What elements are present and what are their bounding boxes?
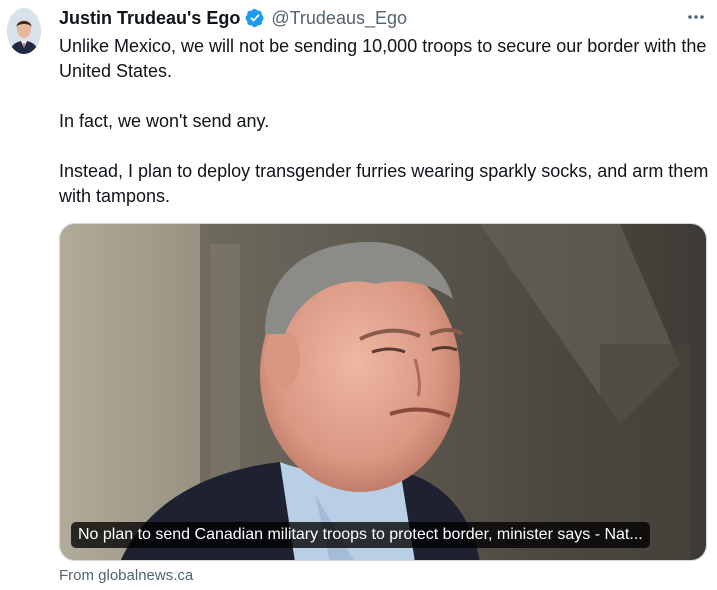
- avatar-image: [7, 8, 41, 54]
- verified-badge-icon: [245, 8, 265, 28]
- tweet-paragraph: In fact, we won't send any.: [59, 111, 270, 131]
- link-preview-image: [60, 224, 706, 560]
- link-headline: No plan to send Canadian military troops…: [71, 522, 650, 548]
- author-handle[interactable]: @Trudeaus_Ego: [271, 8, 407, 29]
- author-name[interactable]: Justin Trudeau's Ego: [59, 8, 240, 29]
- author-avatar[interactable]: [7, 8, 41, 54]
- tweet-paragraph: Unlike Mexico, we will not be sending 10…: [59, 36, 707, 81]
- link-source[interactable]: From globalnews.ca: [59, 567, 193, 584]
- more-options-icon[interactable]: [684, 7, 708, 27]
- tweet-header: Justin Trudeau's Ego @Trudeaus_Ego: [59, 6, 407, 30]
- tweet-paragraph: Instead, I plan to deploy transgender fu…: [59, 161, 709, 206]
- link-preview-card[interactable]: No plan to send Canadian military troops…: [59, 223, 707, 561]
- tweet-text: Unlike Mexico, we will not be sending 10…: [59, 34, 711, 209]
